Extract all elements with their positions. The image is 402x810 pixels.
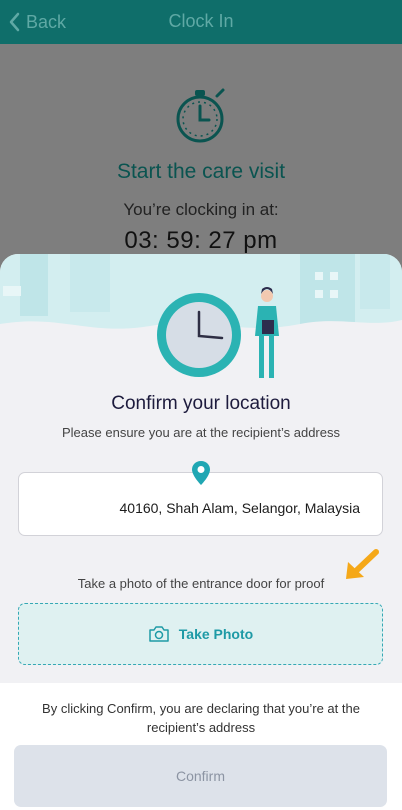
nurse-clock-illustration xyxy=(0,254,402,384)
footer-panel: By clicking Confirm, you are declaring t… xyxy=(0,683,402,810)
photo-instruction: Take a photo of the entrance door for pr… xyxy=(77,576,325,591)
page-title: Clock In xyxy=(168,11,234,31)
address-text: 40160, Shah Alam, Selangor, Malaysia xyxy=(119,500,361,516)
clockin-label: You’re clocking in at: xyxy=(123,200,279,219)
confirm-location-subtitle: Please ensure you are at the recipient’s… xyxy=(62,425,340,440)
confirm-location-title: Confirm your location xyxy=(111,393,291,414)
take-photo-button[interactable]: Take Photo xyxy=(18,603,383,665)
confirm-button-label: Confirm xyxy=(175,768,225,784)
camera-icon xyxy=(149,626,169,642)
clockin-background: Start the care visit You’re clocking in … xyxy=(0,44,402,284)
confirm-button[interactable]: Confirm xyxy=(14,745,387,807)
take-photo-label: Take Photo xyxy=(178,626,254,642)
declaration-text: By clicking Confirm, you are declaring t… xyxy=(42,701,360,735)
clockin-time: 03: 59: 27 pm xyxy=(124,227,278,254)
location-pin-icon xyxy=(192,461,210,485)
clockin-title: Start the care visit xyxy=(116,160,286,183)
header-bar: Back Clock In xyxy=(0,0,402,44)
arrow-pointer-icon xyxy=(346,549,379,579)
stopwatch-icon xyxy=(176,88,225,143)
